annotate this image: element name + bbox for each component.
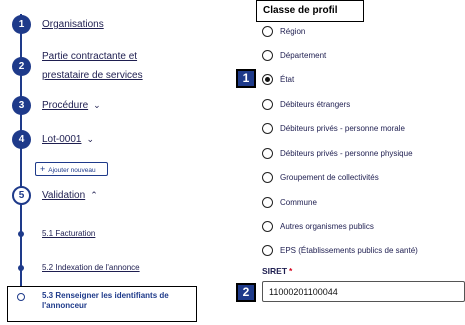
- step-organisations-link[interactable]: Organisations: [42, 15, 104, 34]
- radio-button[interactable]: [262, 171, 273, 183]
- radio-button[interactable]: [262, 98, 273, 110]
- profile-class-title: Classe de profil: [256, 0, 364, 22]
- active-substep-highlight: 5.3 Renseigner les identifiants de l'ann…: [7, 286, 197, 322]
- radio-option-debiteurs-prives-physique[interactable]: Débiteurs privés - personne physique: [262, 146, 413, 160]
- step-4-label: Lot-0001: [42, 134, 82, 145]
- step-lot-link[interactable]: Lot-0001 ⌄: [42, 130, 94, 149]
- radio-label: Département: [280, 50, 327, 60]
- add-new-button[interactable]: + Ajouter nouveau: [35, 162, 108, 176]
- current-substep-dot: [17, 293, 25, 301]
- step-5-number: 5: [12, 186, 31, 205]
- radio-label: Débiteurs privés - personne physique: [280, 148, 413, 158]
- radio-button[interactable]: [262, 244, 273, 256]
- plus-icon: +: [40, 164, 46, 174]
- substep-identifiants-link[interactable]: 5.3 Renseigner les identifiants de l'ann…: [42, 291, 192, 311]
- radio-option-commune[interactable]: Commune: [262, 195, 317, 209]
- step-3-number: 3: [12, 96, 31, 115]
- step-1-number: 1: [12, 15, 31, 34]
- radio-option-autres-organismes[interactable]: Autres organismes publics: [262, 219, 374, 233]
- radio-option-groupement[interactable]: Groupement de collectivités: [262, 170, 379, 184]
- step-partie-contractante-link[interactable]: Partie contractante et prestataire de se…: [42, 47, 143, 85]
- step-5-label: Validation: [42, 190, 86, 201]
- radio-label: Débiteurs privés - personne morale: [280, 123, 405, 133]
- step-2-label-line2: prestataire de services: [42, 70, 143, 81]
- radio-label: Région: [280, 26, 306, 36]
- radio-option-departement[interactable]: Département: [262, 48, 326, 62]
- radio-button[interactable]: [262, 196, 273, 208]
- radio-option-etat[interactable]: État: [262, 72, 294, 86]
- radio-label: Débiteurs étrangers: [280, 99, 351, 109]
- siret-label-text: SIRET: [262, 266, 288, 276]
- siret-input[interactable]: [262, 281, 465, 302]
- radio-button-selected[interactable]: [262, 73, 273, 85]
- radio-option-debiteurs-etrangers[interactable]: Débiteurs étrangers: [262, 97, 350, 111]
- annotation-badge-2: 2: [236, 283, 256, 302]
- step-4-number: 4: [12, 130, 31, 149]
- radio-option-debiteurs-prives-morale[interactable]: Débiteurs privés - personne morale: [262, 121, 405, 135]
- required-asterisk: *: [289, 266, 293, 276]
- step-3-label: Procédure: [42, 100, 89, 111]
- step-2-label-line1: Partie contractante et: [42, 51, 138, 62]
- chevron-down-icon[interactable]: ⌄: [93, 96, 101, 115]
- radio-option-eps[interactable]: EPS (Établissements publics de santé): [262, 243, 418, 257]
- radio-option-region[interactable]: Région: [262, 24, 305, 38]
- add-new-label: Ajouter nouveau: [48, 167, 96, 174]
- chevron-down-icon[interactable]: ⌄: [86, 130, 94, 149]
- radio-button[interactable]: [262, 25, 273, 37]
- radio-label: Groupement de collectivités: [280, 172, 379, 182]
- step-validation-link[interactable]: Validation ⌃: [42, 186, 98, 205]
- chevron-up-icon[interactable]: ⌃: [90, 186, 98, 205]
- step-procedure-link[interactable]: Procédure ⌄: [42, 96, 101, 115]
- substep-dot: [18, 231, 24, 237]
- annotation-badge-1: 1: [236, 69, 256, 88]
- radio-label: État: [280, 74, 295, 84]
- step-2-number: 2: [12, 57, 31, 76]
- substep-indexation-link[interactable]: 5.2 Indexation de l'annonce: [42, 263, 140, 272]
- substep-dot: [18, 265, 24, 271]
- siret-label: SIRET *: [262, 266, 292, 276]
- radio-label: EPS (Établissements publics de santé): [280, 245, 418, 255]
- radio-button[interactable]: [262, 220, 273, 232]
- progress-stepper: 1 Organisations 2 Partie contractante et…: [0, 0, 238, 325]
- radio-label: Commune: [280, 197, 317, 207]
- radio-button[interactable]: [262, 147, 273, 159]
- radio-button[interactable]: [262, 122, 273, 134]
- substep-facturation-link[interactable]: 5.1 Facturation: [42, 229, 95, 238]
- radio-label: Autres organismes publics: [280, 221, 374, 231]
- radio-button[interactable]: [262, 49, 273, 61]
